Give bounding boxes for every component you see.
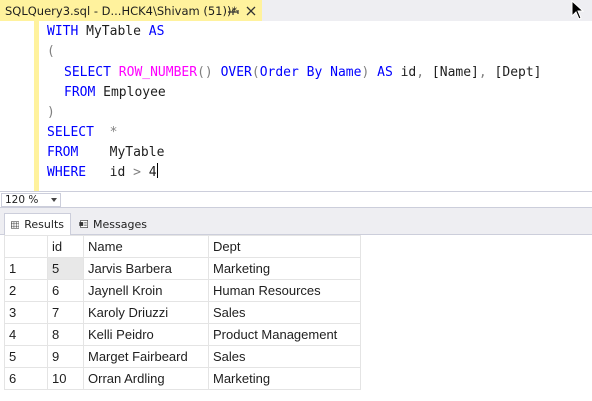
grid-icon [11, 220, 20, 229]
table-row[interactable]: 3 7 Karoly Driuzzi Sales [4, 301, 361, 324]
row-number[interactable]: 6 [4, 367, 48, 390]
table-row[interactable]: 5 9 Marget Fairbeard Sales [4, 345, 361, 368]
row-number[interactable]: 3 [4, 301, 48, 324]
zoom-bar: 120 % [0, 191, 592, 208]
tab-messages[interactable]: Messages [73, 213, 153, 235]
zoom-value: 120 % [5, 194, 39, 206]
code-line-2: ( [47, 44, 55, 59]
mouse-pointer-icon [571, 0, 585, 20]
column-header-id[interactable]: id [47, 235, 84, 258]
document-tab-title: SQLQuery3.sql - D...HCK4\Shivam (51))* [5, 3, 238, 18]
cell-name[interactable]: Kelli Peidro [83, 323, 209, 346]
column-header-name[interactable]: Name [83, 235, 209, 258]
cell-dept[interactable]: Sales [208, 345, 361, 368]
query-editor[interactable]: WITH MyTable AS ( SELECT ROW_NUMBER() OV… [0, 21, 592, 191]
code-line-6: SELECT * [47, 125, 118, 140]
messages-icon [79, 220, 89, 228]
code-line-1: WITH MyTable AS [47, 24, 165, 39]
code-line-3: SELECT ROW_NUMBER() OVER(Order By Name) … [64, 65, 542, 80]
row-header-corner[interactable] [4, 235, 48, 258]
cell-name[interactable]: Jaynell Kroin [83, 279, 209, 302]
cell-id[interactable]: 8 [47, 323, 84, 346]
result-tabs: Results Messages [0, 208, 592, 235]
close-icon[interactable] [244, 4, 258, 18]
tab-results-label: Results [24, 218, 64, 231]
change-tracking-bar [34, 21, 39, 191]
cell-id[interactable]: 7 [47, 301, 84, 324]
zoom-select[interactable]: 120 % [1, 193, 61, 207]
text-caret [156, 163, 158, 178]
code-line-5: ) [47, 105, 55, 120]
cell-dept[interactable]: Marketing [208, 257, 361, 280]
cell-id[interactable]: 6 [47, 279, 84, 302]
column-header-dept[interactable]: Dept [208, 235, 361, 258]
cell-name[interactable]: Marget Fairbeard [83, 345, 209, 368]
code-line-7: FROM MyTable [47, 145, 165, 160]
row-number[interactable]: 5 [4, 345, 48, 368]
table-row[interactable]: 1 5 Jarvis Barbera Marketing [4, 257, 361, 280]
row-number[interactable]: 1 [4, 257, 48, 280]
cell-name[interactable]: Orran Ardling [83, 367, 209, 390]
pin-icon[interactable] [226, 4, 240, 18]
table-row[interactable]: 2 6 Jaynell Kroin Human Resources [4, 279, 361, 302]
tab-results[interactable]: Results [4, 213, 71, 235]
row-number[interactable]: 4 [4, 323, 48, 346]
table-row[interactable]: 4 8 Kelli Peidro Product Management [4, 323, 361, 346]
code-line-8: WHERE id > 4 [47, 163, 158, 180]
row-number[interactable]: 2 [4, 279, 48, 302]
document-tab[interactable]: SQLQuery3.sql - D...HCK4\Shivam (51))* [0, 0, 262, 21]
code-line-4: FROM Employee [64, 85, 166, 100]
tab-messages-label: Messages [93, 217, 147, 231]
chevron-down-icon [51, 198, 57, 202]
cell-id[interactable]: 9 [47, 345, 84, 368]
results-grid-area: id Name Dept 1 5 Jarvis Barbera Marketin… [0, 235, 592, 401]
cell-dept[interactable]: Human Resources [208, 279, 361, 302]
cell-id[interactable]: 5 [47, 257, 84, 280]
cell-name[interactable]: Karoly Driuzzi [83, 301, 209, 324]
table-row[interactable]: 6 10 Orran Ardling Marketing [4, 367, 361, 390]
cell-name[interactable]: Jarvis Barbera [83, 257, 209, 280]
cell-dept[interactable]: Sales [208, 301, 361, 324]
results-table: id Name Dept 1 5 Jarvis Barbera Marketin… [4, 235, 361, 390]
cell-dept[interactable]: Marketing [208, 367, 361, 390]
cell-dept[interactable]: Product Management [208, 323, 361, 346]
document-tab-strip: SQLQuery3.sql - D...HCK4\Shivam (51))* [0, 0, 592, 21]
cell-id[interactable]: 10 [47, 367, 84, 390]
header-row: id Name Dept [4, 235, 361, 258]
